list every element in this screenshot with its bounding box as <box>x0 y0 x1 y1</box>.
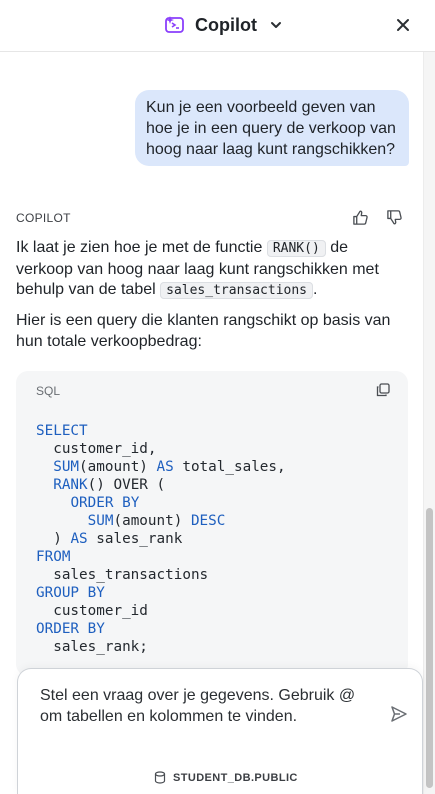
code-line: ) AS sales_rank <box>53 531 183 547</box>
copilot-sparkle-icon <box>165 16 184 33</box>
inline-code-table: sales_transactions <box>160 282 314 299</box>
thumbs-down-icon[interactable] <box>386 209 403 226</box>
code-line: RANK() OVER ( <box>53 477 166 493</box>
send-icon[interactable] <box>390 705 408 723</box>
assistant-paragraph-query: Hier is een query die klanten rangschikt… <box>16 312 391 350</box>
code-line: ORDER BY <box>36 621 105 637</box>
chat-input-placeholder[interactable]: Stel een vraag over je gegevens. Gebruik… <box>40 685 370 727</box>
user-message: Kun je een voorbeeld geven van hoe je in… <box>135 90 409 166</box>
sql-code: SELECT customer_id, SUM(amount) AS total… <box>36 422 286 656</box>
database-label: STUDENT_DB.PUBLIC <box>173 771 298 784</box>
chat-input-box[interactable]: Stel een vraag over je gegevens. Gebruik… <box>17 668 423 794</box>
panel-header: Copilot <box>0 0 435 52</box>
code-language-label: SQL <box>36 384 61 398</box>
code-line: SELECT <box>36 423 88 439</box>
code-line: sales_rank; <box>53 639 148 655</box>
code-line: sales_transactions <box>53 567 209 583</box>
intro-text-part1: Ik laat je zien hoe je met de functie <box>16 239 267 256</box>
scrollbar-thumb[interactable] <box>426 508 433 788</box>
code-line: customer_id, <box>53 441 157 457</box>
assistant-paragraph-intro: Ik laat je zien hoe je met de functie RA… <box>16 238 408 302</box>
thumbs-up-icon[interactable] <box>352 209 369 226</box>
database-icon <box>154 771 166 784</box>
assistant-label: COPILOT <box>16 211 71 225</box>
sql-code-block: SQL SELECT customer_id, SUM(amount) AS t… <box>16 371 408 676</box>
code-line: SUM(amount) AS total_sales, <box>53 459 286 475</box>
close-icon[interactable] <box>395 17 411 33</box>
code-line: customer_id <box>53 603 148 619</box>
chevron-down-icon[interactable] <box>269 18 283 32</box>
code-line: FROM <box>36 549 71 565</box>
code-line: ORDER BY <box>70 495 140 511</box>
code-line: SUM(amount) DESC <box>87 513 226 529</box>
code-line: GROUP BY <box>36 585 105 601</box>
panel-title: Copilot <box>195 14 257 35</box>
copilot-title-dropdown[interactable]: Copilot <box>163 13 283 37</box>
intro-text-part3: . <box>313 281 318 298</box>
database-selector[interactable]: STUDENT_DB.PUBLIC <box>154 771 298 784</box>
copy-icon[interactable] <box>376 383 390 397</box>
inline-code-rank: RANK() <box>266 240 326 257</box>
